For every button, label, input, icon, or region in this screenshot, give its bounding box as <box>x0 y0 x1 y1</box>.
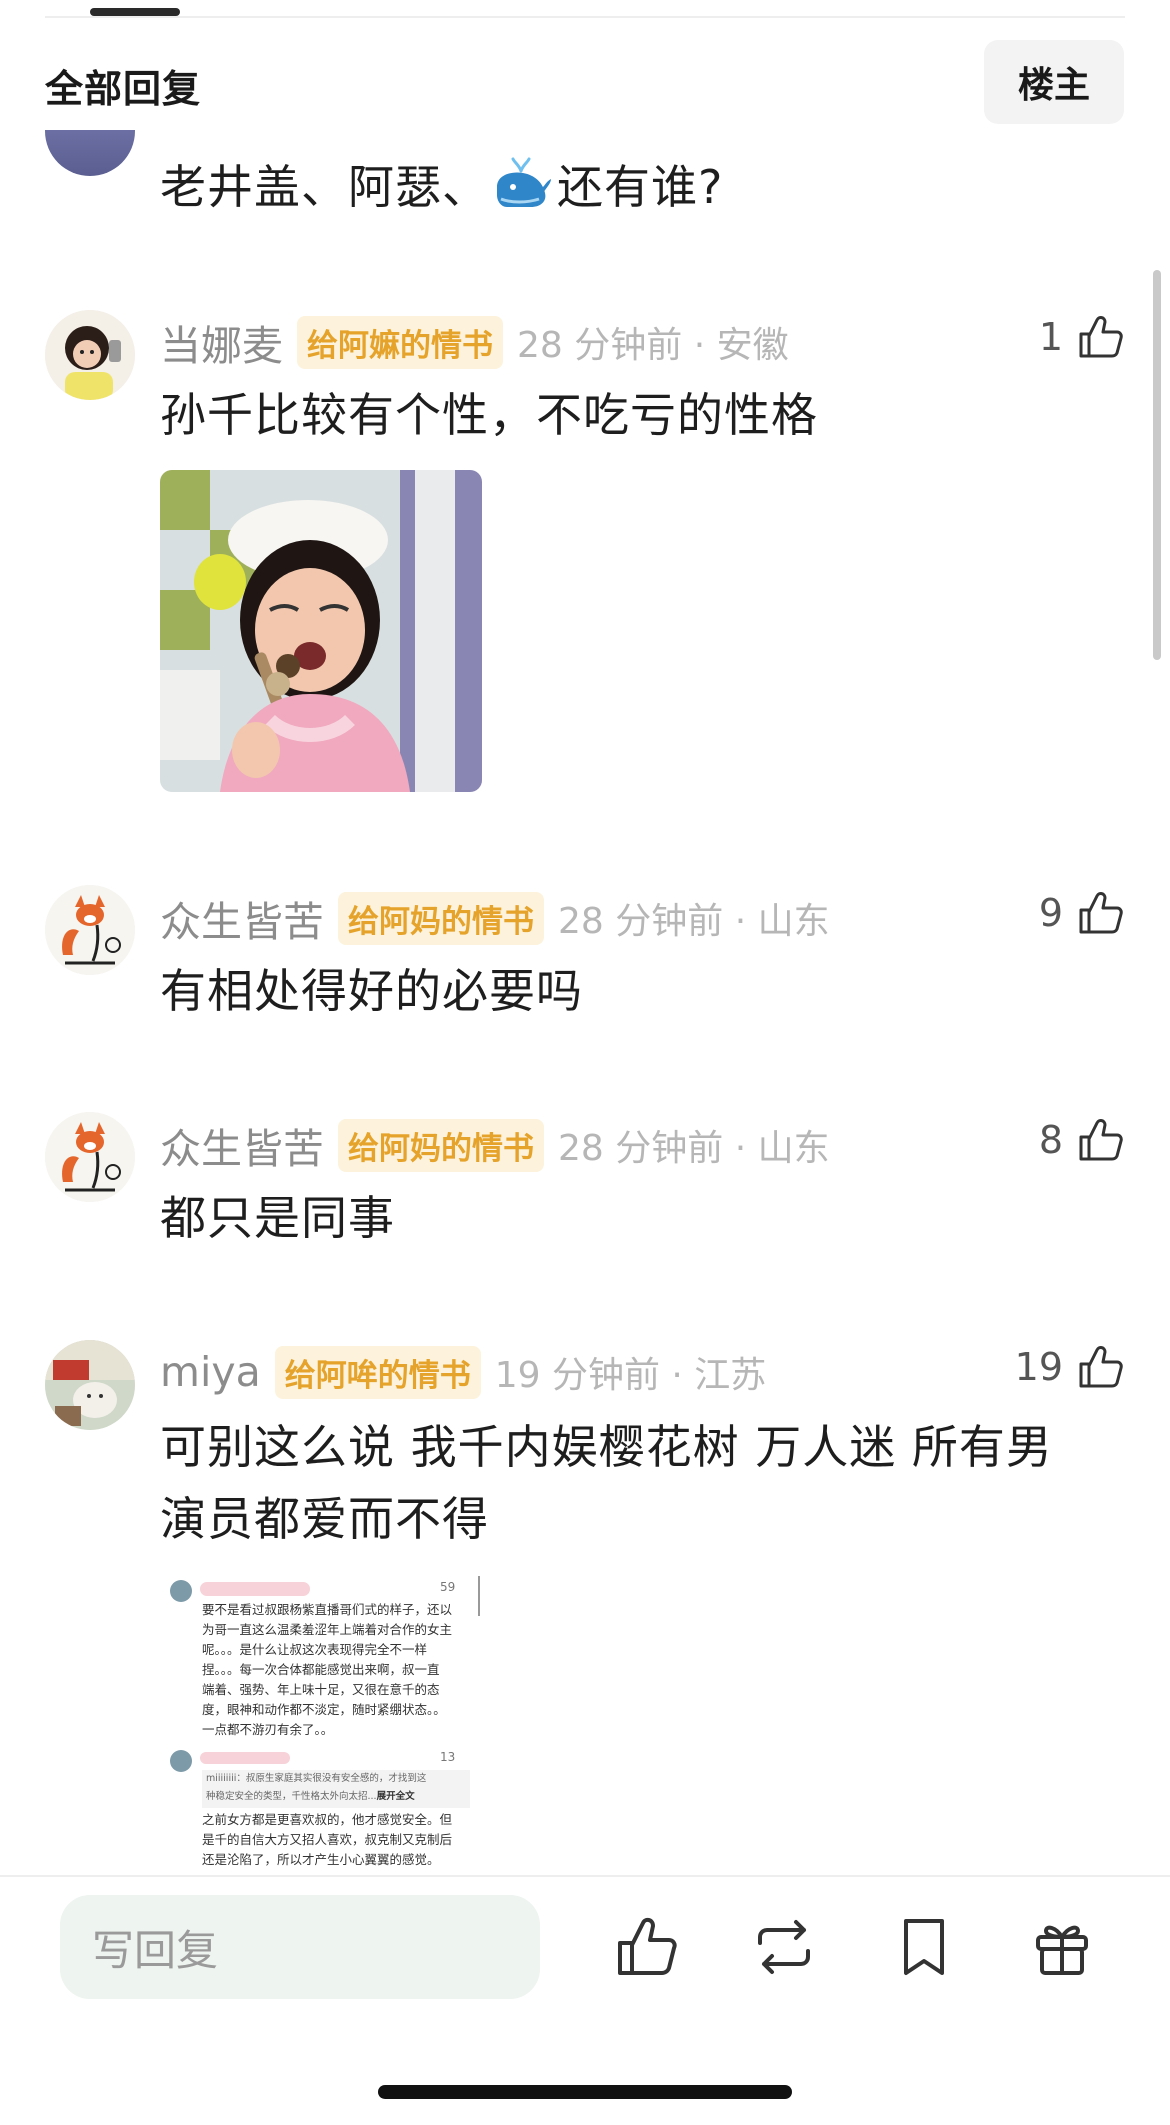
expand-link: 展开全文 <box>376 1791 415 1802</box>
owner-only-button[interactable]: 楼主 <box>984 40 1124 124</box>
comment-image[interactable]: 59 要不是看过叔跟杨紫直播哥们式的样子，还以 为哥一直这么温柔羞涩年上端着对合… <box>160 1572 482 1875</box>
comment-image[interactable] <box>160 470 482 792</box>
fan-badge[interactable]: 给阿妈的情书 <box>338 1118 544 1172</box>
timestamp: 28 分钟前 · 山东 <box>558 1128 830 1169</box>
divider <box>45 16 1125 18</box>
username[interactable]: 众生皆苦 <box>160 888 324 948</box>
page-title: 全部回复 <box>45 67 202 111</box>
comment-meta: miya 给阿哞的情书 19 分钟前 · 江苏 <box>160 1342 766 1402</box>
reply-input[interactable]: 写回复 <box>60 1895 540 1999</box>
timestamp: 28 分钟前 · 安徽 <box>517 325 789 366</box>
like-count: 9 <box>1038 891 1063 935</box>
quoted-comment: miiiiiiii：叔原生家庭其实很没有安全感的，才找到这 种稳定安全的类型，千… <box>202 1770 470 1808</box>
comment-text: 老井盖、阿瑟、 还有谁? <box>160 152 723 222</box>
fan-badge[interactable]: 给阿哞的情书 <box>274 1345 481 1399</box>
blurred-username <box>200 1752 290 1764</box>
blurred-username <box>200 1582 310 1596</box>
timestamp: 28 分钟前 · 山东 <box>558 901 830 942</box>
comment-meta: 众生皆苦 给阿妈的情书 28 分钟前 · 山东 <box>160 888 830 948</box>
like-button[interactable]: 8 <box>1039 1115 1125 1165</box>
avatar[interactable] <box>45 130 135 176</box>
avatar <box>170 1750 192 1772</box>
meme-image <box>160 470 482 792</box>
comment-text-line: 演员都爱而不得 <box>160 1492 489 1546</box>
like-count: 59 <box>440 1580 456 1594</box>
fan-badge[interactable]: 给阿嫲的情书 <box>297 315 503 369</box>
like-count: 19 <box>1014 1345 1063 1389</box>
thumbs-up-icon <box>1079 892 1123 934</box>
fox-avatar-image <box>45 1112 135 1202</box>
avatar[interactable] <box>45 1340 135 1430</box>
comment-text: 都只是同事 <box>160 1191 395 1245</box>
comment-text-line: 可别这么说 我千内娱樱花树 万人迷 所有男 <box>160 1420 1053 1474</box>
whale-icon <box>497 157 551 207</box>
like-count: 13 <box>440 1750 456 1764</box>
scrollbar[interactable] <box>1153 270 1161 660</box>
username[interactable]: miya <box>160 1348 261 1396</box>
comment-body: 要不是看过叔跟杨紫直播哥们式的样子，还以 为哥一直这么温柔羞涩年上端着对合作的女… <box>202 1602 453 1737</box>
avatar[interactable] <box>45 310 135 400</box>
like-count: 8 <box>1038 1118 1063 1162</box>
repost-icon[interactable] <box>750 1913 818 1981</box>
like-button[interactable]: 9 <box>1039 888 1125 938</box>
timestamp: 19 分钟前 · 江苏 <box>494 1355 767 1396</box>
home-indicator <box>378 2085 792 2099</box>
thumbs-up-icon <box>1079 316 1123 358</box>
comment-text: 有相处得好的必要吗 <box>160 964 583 1018</box>
comment-body: 之前女方都是更喜欢叔的，他才感觉安全。但 是千的自信大方又招人喜欢，叔克制又克制… <box>202 1812 453 1867</box>
tab-indicator <box>90 8 180 16</box>
bookmark-icon[interactable] <box>890 1913 958 1981</box>
avatar[interactable] <box>45 885 135 975</box>
comment-meta: 众生皆苦 给阿妈的情书 28 分钟前 · 山东 <box>160 1115 830 1175</box>
username[interactable]: 当娜麦 <box>160 312 283 372</box>
fox-avatar-image <box>45 885 135 975</box>
user-avatar-image <box>45 310 135 400</box>
thumbs-up-icon <box>1079 1346 1123 1388</box>
like-button[interactable]: 19 <box>1015 1342 1125 1392</box>
like-count: 1 <box>1038 315 1063 359</box>
fan-badge[interactable]: 给阿妈的情书 <box>338 891 544 945</box>
gift-icon[interactable] <box>1028 1913 1096 1981</box>
like-button[interactable]: 1 <box>1039 312 1125 362</box>
username[interactable]: 众生皆苦 <box>160 1115 324 1175</box>
avatar <box>170 1580 192 1602</box>
user-avatar-image <box>45 1340 135 1430</box>
comment-meta: 当娜麦 给阿嫲的情书 28 分钟前 · 安徽 <box>160 312 789 372</box>
thumbs-up-icon <box>1079 1119 1123 1161</box>
thumbs-up-icon[interactable] <box>612 1913 680 1981</box>
comment-text: 孙千比较有个性，不吃亏的性格 <box>160 388 818 442</box>
avatar[interactable] <box>45 1112 135 1202</box>
